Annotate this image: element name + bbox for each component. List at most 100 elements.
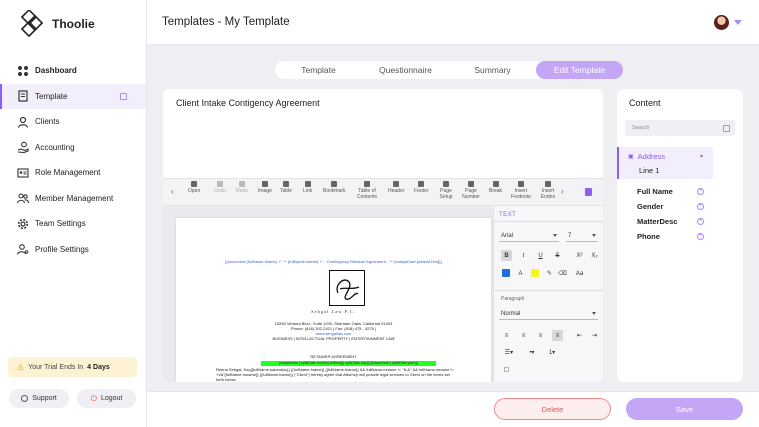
- toolbar-insert-endnote-button[interactable]: Insert Endno: [541, 181, 555, 200]
- toolbar-page-setup-button[interactable]: Page Setup: [439, 181, 453, 200]
- brand-logo[interactable]: Thoolie: [18, 10, 95, 38]
- format-tab-text[interactable]: TEXT: [499, 212, 516, 218]
- bullet-list-icon[interactable]: •▾: [524, 347, 540, 358]
- collapse-icon[interactable]: [120, 92, 127, 100]
- hand-coin-icon: [17, 141, 29, 154]
- trial-text: Your Trial Ends In: [28, 363, 84, 371]
- avatar[interactable]: [714, 15, 729, 30]
- agreement-body: Reena Sehgal, Esq{{fullName.salutation}}…: [216, 367, 454, 382]
- toolbar-page-number-button[interactable]: Page Number: [462, 181, 480, 200]
- firm-seal-logo: [329, 270, 365, 306]
- toolbar-footer-button[interactable]: Footer: [414, 181, 428, 195]
- content-group-address[interactable]: ▣ Address ▾ Line 1: [617, 147, 713, 179]
- toolbar-open-button[interactable]: Open: [188, 181, 200, 195]
- document-page[interactable]: {{document.{fullName.fname} +" "+ {fullN…: [176, 218, 491, 382]
- image-icon: [261, 181, 268, 187]
- add-field-icon[interactable]: +: [697, 188, 704, 195]
- logout-button[interactable]: ⏻ Logout: [77, 389, 136, 408]
- highlighter-icon[interactable]: ✎: [544, 268, 555, 279]
- sidebar-item-accounting[interactable]: Accounting: [0, 135, 146, 161]
- toolbar-label: Link: [303, 188, 313, 194]
- line-spacing-icon[interactable]: ☰▾: [501, 347, 517, 358]
- support-label: Support: [32, 395, 57, 402]
- sidebar-item-team-settings[interactable]: Team Settings: [0, 211, 146, 237]
- content-field-phone[interactable]: Phone: [637, 232, 660, 241]
- tab-summary[interactable]: Summary: [449, 61, 536, 79]
- eraser-icon[interactable]: ⌫: [557, 268, 568, 279]
- align-center-icon[interactable]: ≡: [518, 330, 529, 341]
- bold-button[interactable]: B: [501, 250, 512, 261]
- search-icon[interactable]: [723, 125, 730, 132]
- delete-button[interactable]: Delete: [494, 398, 611, 420]
- subscript-button[interactable]: X₂: [589, 250, 600, 261]
- highlight-color-swatch[interactable]: [531, 269, 539, 277]
- font-family-select[interactable]: Arial: [499, 230, 559, 242]
- tab-questionnaire[interactable]: Questionnaire: [362, 61, 449, 79]
- chevron-left-icon[interactable]: ‹: [171, 187, 174, 196]
- group-header[interactable]: ▣ Address: [628, 152, 665, 161]
- sidebar-item-label: Clients: [35, 117, 60, 127]
- sidebar-item-role-management[interactable]: Role Management: [0, 160, 146, 186]
- content-field-matterdesc[interactable]: MatterDesc: [637, 217, 677, 226]
- toolbar-label: Page Number: [462, 188, 480, 200]
- align-right-icon[interactable]: ≡: [535, 330, 546, 341]
- chevron-down-icon[interactable]: [734, 20, 742, 25]
- indent-increase-icon[interactable]: ⇥: [589, 330, 600, 341]
- content-panel: Content ▣ Address ▾ Line 1 Full Name + G…: [617, 89, 743, 382]
- sidebar-item-profile-settings[interactable]: Profile Settings: [0, 237, 146, 263]
- toolbar-break-button[interactable]: Break: [489, 181, 502, 195]
- toolbar-link-button[interactable]: Link: [303, 181, 312, 195]
- trial-banner: ⚠ Your Trial Ends In 4 Days: [8, 357, 137, 377]
- strikethrough-button[interactable]: S: [552, 250, 563, 261]
- add-field-icon[interactable]: +: [697, 203, 704, 210]
- chevron-down-icon: [553, 234, 557, 237]
- change-case-button[interactable]: Aa: [574, 268, 585, 279]
- sidebar-item-clients[interactable]: Clients: [0, 109, 146, 135]
- toolbar-redo-button[interactable]: Redo: [236, 181, 248, 195]
- toolbar-table-button[interactable]: Table: [280, 181, 292, 195]
- paragraph-style-value: Normal: [501, 310, 521, 317]
- toolbar-image-button[interactable]: Image: [258, 181, 272, 195]
- underline-button[interactable]: U: [535, 250, 546, 261]
- tab-edit-template[interactable]: Edit Template: [536, 61, 623, 79]
- clear-format-icon[interactable]: ▢: [501, 364, 512, 375]
- indent-decrease-icon[interactable]: ⇤: [574, 330, 585, 341]
- paragraph-style-select[interactable]: Normal: [499, 308, 598, 320]
- toolbar-insert-footnote-button[interactable]: Insert Footnote: [510, 181, 532, 200]
- content-field-line1[interactable]: Line 1: [639, 166, 659, 175]
- toolbar-label: Table of Contents: [356, 188, 377, 200]
- save-button[interactable]: Save: [626, 398, 743, 420]
- sidebar-item-member-management[interactable]: Member Management: [0, 186, 146, 212]
- content-field-gender[interactable]: Gender: [637, 202, 663, 211]
- sidebar-item-dashboard[interactable]: Dashboard: [0, 58, 146, 84]
- tab-template[interactable]: Template: [275, 61, 362, 79]
- format-pane-toggle-icon[interactable]: [585, 188, 592, 196]
- support-button[interactable]: Support: [9, 389, 69, 408]
- align-justify-icon[interactable]: ≡: [552, 330, 563, 341]
- add-field-icon[interactable]: +: [697, 218, 704, 225]
- font-color-button[interactable]: A: [515, 268, 526, 279]
- chevron-down-icon[interactable]: ▾: [700, 153, 703, 160]
- align-left-icon[interactable]: ≡: [501, 330, 512, 341]
- search-input[interactable]: [625, 120, 735, 136]
- chevron-down-icon: [592, 234, 596, 237]
- italic-button[interactable]: I: [518, 250, 529, 261]
- font-size-select[interactable]: 7: [566, 230, 598, 242]
- toolbar-undo-button[interactable]: Undo: [214, 181, 226, 195]
- add-field-icon[interactable]: +: [697, 233, 704, 240]
- numbered-list-icon[interactable]: 1▾: [544, 347, 560, 358]
- chevron-right-icon[interactable]: ›: [561, 187, 564, 196]
- toolbar-toc-button[interactable]: Table of Contents: [355, 181, 379, 200]
- endnote-icon: [545, 181, 551, 187]
- toolbar-header-button[interactable]: Header: [388, 181, 404, 195]
- editor-toolbar: ‹ Open Undo Redo Image Table Link Bookma…: [163, 178, 603, 206]
- page-title: Templates - My Template: [162, 16, 290, 28]
- content-field-full-name[interactable]: Full Name: [637, 187, 673, 196]
- text-color-swatch[interactable]: [502, 269, 510, 277]
- toolbar-bookmark-button[interactable]: Bookmark: [323, 181, 346, 195]
- document-canvas[interactable]: {{document.{fullName.fname} +" "+ {fullN…: [163, 206, 493, 382]
- agreement-heading: RETAINER AGREEMENT: [310, 354, 357, 359]
- toolbar-label: Break: [489, 188, 503, 194]
- superscript-button[interactable]: X²: [574, 250, 585, 261]
- sidebar-item-template[interactable]: Template: [0, 83, 146, 109]
